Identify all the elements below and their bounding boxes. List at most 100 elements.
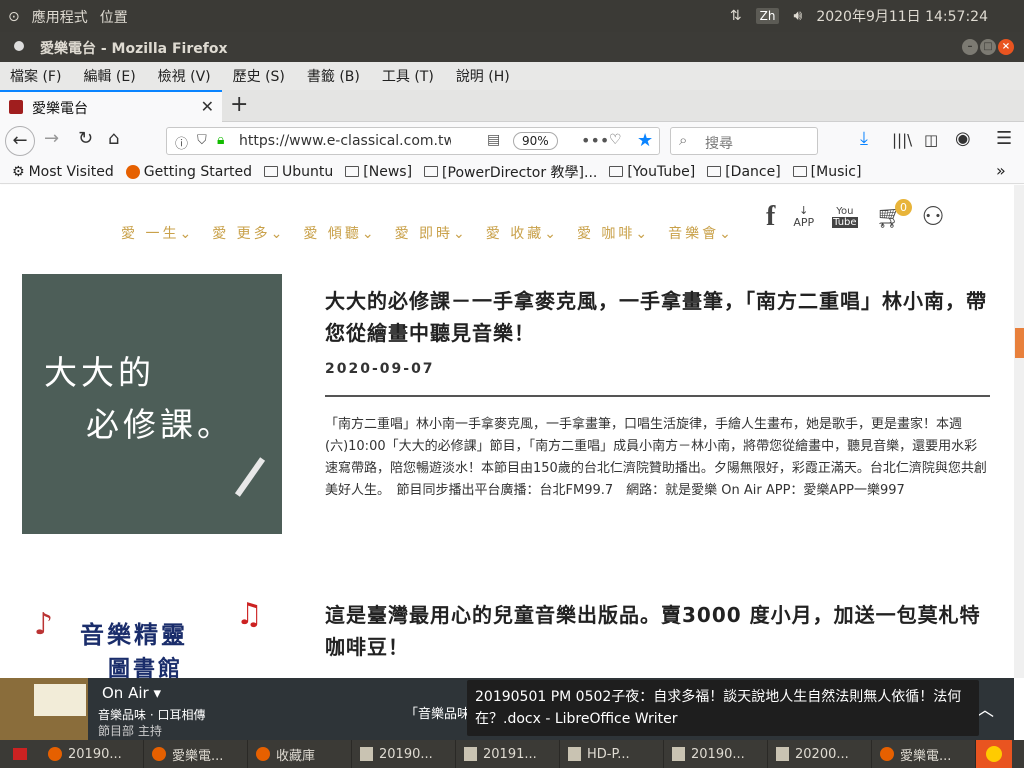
on-air-dropdown[interactable]: On Air ▾: [102, 684, 161, 702]
back-icon[interactable]: ←: [5, 126, 35, 156]
chalk-icon: [234, 457, 266, 497]
article-image[interactable]: 大大的 必修課。: [22, 274, 282, 534]
input-method-indicator[interactable]: Zh: [755, 8, 780, 24]
violinist-icon: ♪: [34, 607, 54, 642]
taskbar: 20190... 愛樂電... 收藏庫 20190... 20191... HD…: [0, 740, 1024, 768]
minimize-icon[interactable]: –: [962, 39, 978, 55]
places-menu[interactable]: 位置: [100, 7, 128, 27]
site-nav-item[interactable]: 愛 更多⌄: [212, 223, 285, 243]
taskbar-item[interactable]: 20200...: [768, 740, 872, 768]
site-nav-item[interactable]: 音樂會⌄: [668, 223, 734, 243]
window-title: 愛樂電台 - Mozilla Firefox: [40, 41, 228, 57]
firefox-active-icon[interactable]: [976, 740, 1012, 768]
user-icon[interactable]: ⚇: [922, 202, 945, 232]
menu-help[interactable]: 說明 (H): [456, 66, 510, 86]
menu-edit[interactable]: 編輯 (E): [83, 66, 135, 86]
taskbar-item[interactable]: 20190...: [352, 740, 456, 768]
document-icon: [568, 747, 581, 761]
taskbar-item[interactable]: 愛樂電...: [872, 740, 976, 768]
ubuntu-logo-icon[interactable]: ⊙: [8, 9, 20, 25]
gear-icon: ⚙: [12, 163, 25, 180]
taskbar-item[interactable]: 收藏庫: [248, 740, 352, 768]
folder-icon: [264, 166, 279, 177]
search-input[interactable]: ⌕ 搜尋: [670, 127, 818, 155]
page-actions-icon[interactable]: •••: [581, 131, 609, 150]
account-icon[interactable]: ◉: [955, 128, 971, 149]
system-top-panel: ⊙ 應用程式 位置 ⇅ Zh 🔊︎ 2020年9月11日 14:57:24: [0, 0, 1024, 32]
taskbar-item[interactable]: 20191...: [456, 740, 560, 768]
bookmark-star-icon[interactable]: ★: [637, 130, 653, 151]
facebook-icon[interactable]: f: [766, 201, 775, 233]
firefox-icon: [48, 747, 62, 761]
downloads-icon[interactable]: ⤓: [860, 128, 868, 149]
bookmark-dance[interactable]: [Dance]: [707, 164, 781, 180]
site-nav-item[interactable]: 愛 傾聽⌄: [303, 223, 376, 243]
volume-icon[interactable]: 🔊︎: [793, 8, 802, 24]
firefox-icon: [152, 747, 166, 761]
window-titlebar: 愛樂電台 - Mozilla Firefox – □ ×: [0, 32, 1024, 62]
program-host: 節目部 主持: [98, 724, 162, 738]
article-image[interactable]: 音樂精靈 圖書館 ♪ ♫: [22, 597, 282, 678]
site-nav-item[interactable]: 愛 一生⌄: [121, 223, 194, 243]
taskbar-tooltip: 20190501 PM 0502子夜：自求多福！談天說地人生自然法則無人依循！法…: [467, 680, 979, 736]
tab-bar: 愛樂電台 ✕ +: [0, 90, 1024, 122]
taskbar-item[interactable]: 愛樂電...: [144, 740, 248, 768]
taskbar-item[interactable]: HD-P...: [560, 740, 664, 768]
scrollbar-thumb[interactable]: [1015, 328, 1024, 358]
network-icon[interactable]: ⇅: [730, 8, 742, 24]
home-icon[interactable]: ⌂: [108, 128, 119, 149]
music-note-icon: ♫: [236, 597, 263, 632]
lock-icon: 🔒︎: [217, 132, 225, 148]
maximize-icon[interactable]: □: [980, 39, 996, 55]
bookmark-news[interactable]: [News]: [345, 164, 412, 180]
reload-icon[interactable]: ↻: [78, 128, 93, 149]
bookmark-youtube[interactable]: [YouTube]: [609, 164, 695, 180]
article-divider: [325, 395, 990, 397]
chevron-right-icon[interactable]: »: [996, 161, 1006, 180]
firefox-icon: [125, 164, 140, 179]
hamburger-menu-icon[interactable]: ☰: [996, 128, 1012, 149]
app-icon[interactable]: ↓ APP: [793, 205, 814, 229]
document-icon: [360, 747, 373, 761]
site-nav-item[interactable]: 愛 即時⌄: [395, 223, 468, 243]
forward-icon[interactable]: →: [44, 128, 59, 149]
taskbar-item[interactable]: 20190...: [40, 740, 144, 768]
site-nav-item[interactable]: 愛 咖啡⌄: [577, 223, 650, 243]
article-title[interactable]: 大大的必修課－一手拿麥克風，一手拿畫筆，「南方二重唱」林小南，帶您從繪畫中聽見音…: [325, 285, 990, 349]
sidebar-icon[interactable]: ◫: [924, 131, 938, 149]
info-icon[interactable]: ⓘ: [175, 133, 188, 152]
bookmark-getting-started[interactable]: Getting Started: [125, 164, 252, 180]
tracking-shield-icon[interactable]: ⛉: [197, 133, 207, 148]
menu-file[interactable]: 檔案 (F): [10, 66, 61, 86]
bookmark-powerdirector[interactable]: [PowerDirector 教學]...: [424, 162, 597, 182]
url-bar[interactable]: ⓘ ⛉ 🔒︎ https://www.e-classical.com.tw ▤ …: [166, 127, 660, 155]
site-nav-item[interactable]: 愛 收藏⌄: [486, 223, 559, 243]
cart-count-badge: 0: [895, 199, 912, 216]
menu-view[interactable]: 檢視 (V): [158, 66, 211, 86]
menu-history[interactable]: 歷史 (S): [233, 66, 285, 86]
url-text[interactable]: https://www.e-classical.com.tw: [239, 133, 451, 149]
bookmark-ubuntu[interactable]: Ubuntu: [264, 164, 333, 180]
clock[interactable]: 2020年9月11日 14:57:24: [816, 6, 988, 26]
library-icon[interactable]: |||\: [892, 131, 912, 149]
site-nav: 愛 一生⌄ 愛 更多⌄ 愛 傾聽⌄ 愛 即時⌄ 愛 收藏⌄ 愛 咖啡⌄ 音樂會⌄: [121, 223, 734, 243]
applications-menu[interactable]: 應用程式: [32, 7, 88, 27]
youtube-icon[interactable]: You Tube: [832, 206, 858, 228]
menu-bookmarks[interactable]: 書籤 (B): [307, 66, 360, 86]
menu-tools[interactable]: 工具 (T): [382, 66, 434, 86]
reader-view-icon[interactable]: ▤: [487, 132, 500, 148]
show-desktop-icon[interactable]: [0, 748, 40, 760]
firefox-window-icon: [14, 41, 24, 51]
zoom-indicator[interactable]: 90%: [513, 132, 558, 150]
close-icon[interactable]: ×: [998, 39, 1014, 55]
taskbar-item[interactable]: 20190...: [664, 740, 768, 768]
article-title[interactable]: 這是臺灣最用心的兒童音樂出版品。賣3000 度小月，加送一包莫札特咖啡豆！: [325, 599, 990, 663]
new-tab-icon[interactable]: +: [230, 92, 248, 117]
page-scrollbar[interactable]: [1014, 185, 1024, 678]
bookmark-most-visited[interactable]: ⚙ Most Visited: [12, 164, 114, 180]
pocket-icon[interactable]: ♡: [609, 132, 622, 148]
tab-active[interactable]: 愛樂電台 ✕: [0, 90, 222, 122]
program-name: 音樂品味 · 口耳相傳: [98, 708, 206, 722]
tab-close-icon[interactable]: ✕: [201, 97, 214, 116]
bookmark-music[interactable]: [Music]: [792, 164, 861, 180]
